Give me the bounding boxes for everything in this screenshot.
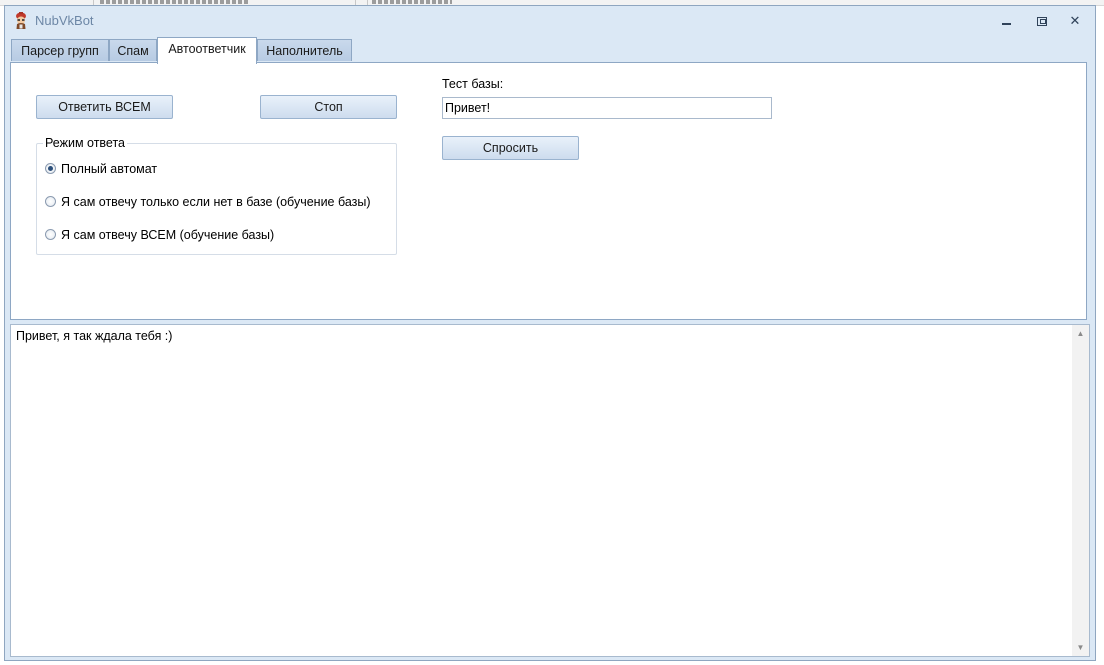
stop-button[interactable]: Стоп [260, 95, 397, 119]
tab-autoresponder[interactable]: Автоответчик [157, 37, 257, 64]
radio-label: Полный автомат [61, 162, 158, 176]
output-text: Привет, я так ждала тебя :) [16, 329, 173, 343]
scroll-up-icon[interactable]: ▲ [1072, 325, 1089, 342]
test-db-label: Тест базы: [442, 77, 504, 91]
radio-label: Я сам отвечу только если нет в базе (обу… [61, 195, 371, 209]
maximize-button[interactable] [1032, 13, 1052, 29]
screen: NubVkBot ✕ Парсер групп Спам Автоответчи… [0, 0, 1104, 665]
bot-avatar-icon [16, 12, 26, 29]
answer-all-button[interactable]: Ответить ВСЕМ [36, 95, 173, 119]
close-icon: ✕ [1069, 13, 1081, 28]
minimize-icon [1002, 23, 1011, 25]
tab-group-parser[interactable]: Парсер групп [11, 39, 109, 61]
test-db-input[interactable] [442, 97, 772, 119]
reply-mode-group: Режим ответа Полный автомат Я сам отвечу… [36, 136, 397, 255]
tab-filler[interactable]: Наполнитель [257, 39, 352, 61]
scroll-down-icon[interactable]: ▼ [1072, 639, 1089, 656]
radio-unchecked-icon [45, 229, 56, 240]
radio-checked-icon [45, 163, 56, 174]
ask-button[interactable]: Спросить [442, 136, 579, 160]
output-textbox[interactable]: Привет, я так ждала тебя :) ▲ ▼ [10, 324, 1090, 657]
tab-spam[interactable]: Спам [109, 39, 157, 61]
close-button[interactable]: ✕ [1065, 13, 1085, 29]
background-text-fragment [100, 0, 250, 4]
minimize-button[interactable] [997, 13, 1017, 29]
reply-mode-legend: Режим ответа [43, 136, 127, 150]
title-bar[interactable]: NubVkBot ✕ [5, 6, 1095, 36]
vertical-scrollbar[interactable]: ▲ ▼ [1072, 325, 1089, 656]
radio-unchecked-icon [45, 196, 56, 207]
radio-label: Я сам отвечу ВСЕМ (обучение базы) [61, 228, 275, 242]
background-text-fragment [372, 0, 452, 4]
window-title: NubVkBot [35, 13, 94, 28]
autoresponder-panel: Ответить ВСЕМ Стоп Режим ответа Полный а… [10, 62, 1087, 320]
maximize-icon [1037, 17, 1047, 26]
app-window: NubVkBot ✕ Парсер групп Спам Автоответчи… [4, 5, 1096, 661]
